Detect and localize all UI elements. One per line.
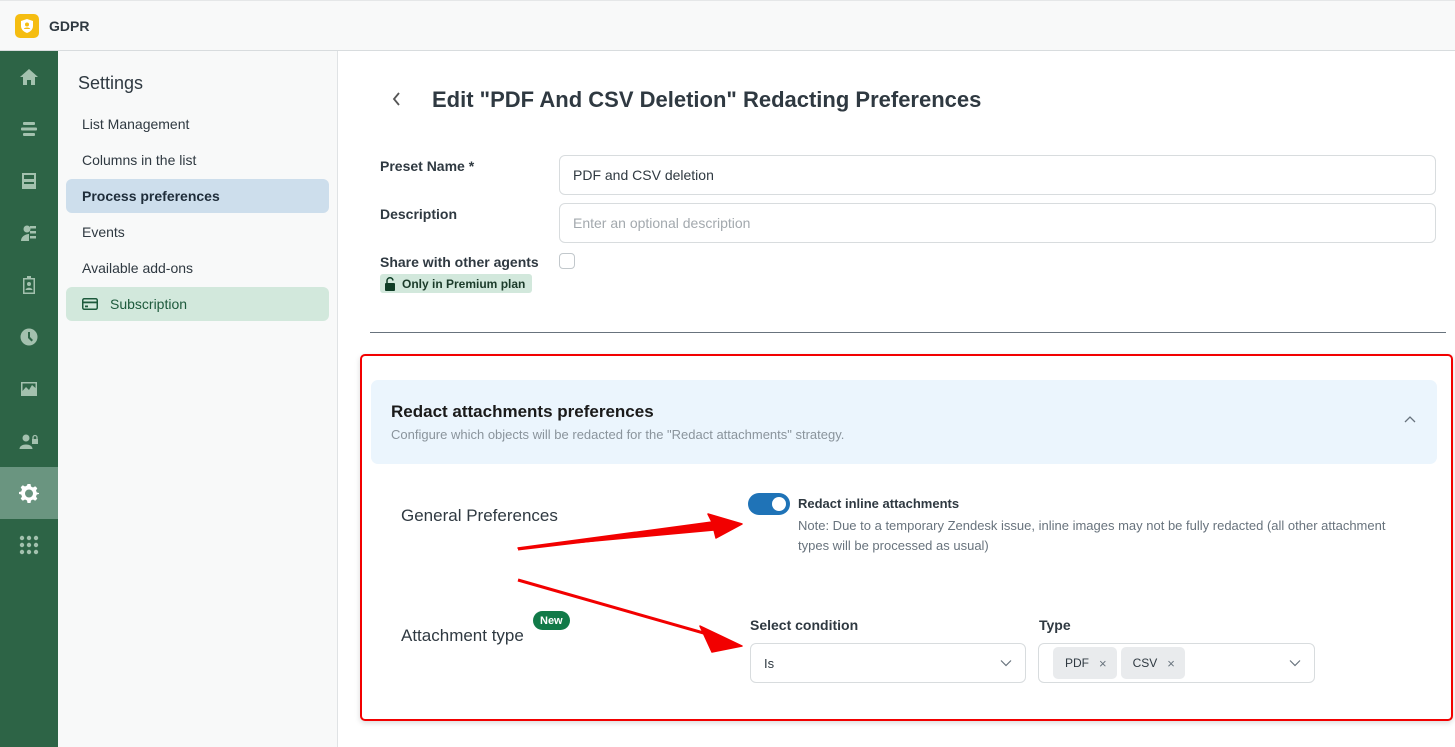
id-badge-icon [23, 276, 35, 294]
sidebar-item-add-ons[interactable]: Available add-ons [66, 251, 329, 285]
rail-item-apps[interactable] [0, 519, 58, 571]
tag-label: PDF [1065, 656, 1089, 670]
chevron-up-icon[interactable] [1403, 414, 1417, 424]
rail-item-user-lock[interactable] [0, 415, 58, 467]
gear-icon [19, 484, 39, 503]
chart-icon [21, 382, 37, 396]
sidebar-item-label: Subscription [110, 296, 188, 312]
section-divider [370, 332, 1446, 333]
panel-title: Redact attachments preferences [391, 402, 654, 421]
page-title: Edit "PDF And CSV Deletion" Redacting Pr… [432, 87, 982, 112]
main-content: Edit "PDF And CSV Deletion" Redacting Pr… [339, 51, 1455, 747]
share-label: Share with other agents [380, 254, 539, 270]
user-redact-icon [21, 225, 36, 241]
rail-item-archive[interactable] [0, 155, 58, 207]
clock-icon [20, 328, 38, 346]
chevron-down-icon [1289, 660, 1301, 667]
unlock-icon [385, 276, 395, 291]
redact-inline-note: Note: Due to a temporary Zendesk issue, … [798, 518, 1386, 553]
grid-dots-icon [19, 535, 39, 555]
preset-name-label: Preset Name * [380, 158, 475, 174]
redact-attachments-panel: Redact attachments preferences Configure… [360, 354, 1453, 721]
sidebar-item-label: Events [82, 224, 125, 240]
panel-subtitle: Configure which objects will be redacted… [391, 427, 845, 442]
icon-rail [0, 51, 58, 747]
rail-item-list[interactable] [0, 103, 58, 155]
app-logo [15, 13, 39, 38]
shield-user-icon [21, 18, 33, 33]
panel-header[interactable]: Redact attachments preferences Configure… [371, 380, 1437, 464]
condition-value: Is [764, 655, 775, 671]
rail-item-history[interactable] [0, 311, 58, 363]
type-label: Type [1039, 617, 1071, 633]
rail-item-settings[interactable] [0, 467, 58, 519]
premium-badge: Only in Premium plan [380, 274, 533, 293]
sidebar-item-columns[interactable]: Columns in the list [66, 143, 329, 177]
new-badge: New [533, 611, 570, 630]
app-title: GDPR [49, 17, 90, 34]
description-input[interactable] [559, 203, 1436, 243]
chevron-down-icon [1000, 660, 1012, 667]
sidebar-item-events[interactable]: Events [66, 215, 329, 249]
remove-tag-icon[interactable]: × [1099, 656, 1107, 671]
sidebar-item-label: Columns in the list [82, 152, 197, 168]
rail-item-reports[interactable] [0, 363, 58, 415]
sidebar-item-label: List Management [82, 116, 190, 132]
select-condition-label: Select condition [750, 617, 859, 633]
redact-inline-toggle[interactable] [748, 493, 790, 515]
general-preferences-label: General Preferences [401, 506, 558, 525]
top-bar: GDPR [0, 0, 1455, 51]
premium-badge-text: Only in Premium plan [402, 276, 526, 291]
user-lock-icon [19, 434, 38, 449]
list-lines-icon [21, 122, 37, 136]
share-checkbox[interactable] [559, 253, 575, 269]
settings-sidebar: Settings List Management Columns in the … [58, 51, 338, 747]
preset-name-input[interactable] [559, 155, 1436, 195]
credit-card-icon [82, 298, 98, 310]
sidebar-item-list-management[interactable]: List Management [66, 107, 329, 141]
rail-item-badge[interactable] [0, 259, 58, 311]
type-tag-pdf: PDF × [1053, 647, 1117, 679]
sidebar-item-subscription[interactable]: Subscription [66, 287, 329, 321]
description-label: Description [380, 206, 458, 222]
attachment-type-label: Attachment type [401, 626, 524, 645]
remove-tag-icon[interactable]: × [1167, 656, 1175, 671]
rail-item-home[interactable] [0, 51, 58, 103]
type-tag-csv: CSV × [1120, 647, 1185, 679]
sidebar-list: List Management Columns in the list Proc… [66, 107, 329, 323]
redact-inline-label: Redact inline attachments [798, 496, 960, 511]
sidebar-item-process-preferences[interactable]: Process preferences [66, 179, 329, 213]
condition-select[interactable]: Is [750, 643, 1026, 683]
chevron-left-icon [392, 92, 400, 106]
sidebar-title: Settings [78, 73, 144, 93]
tag-label: CSV [1132, 656, 1158, 670]
home-icon [20, 69, 38, 85]
sidebar-item-label: Available add-ons [82, 260, 194, 276]
sidebar-item-label: Process preferences [82, 188, 220, 204]
archive-icon [22, 173, 36, 189]
rail-item-redact-user[interactable] [0, 207, 58, 259]
back-button[interactable] [387, 87, 407, 111]
type-multiselect[interactable]: PDF × CSV × [1038, 643, 1315, 683]
